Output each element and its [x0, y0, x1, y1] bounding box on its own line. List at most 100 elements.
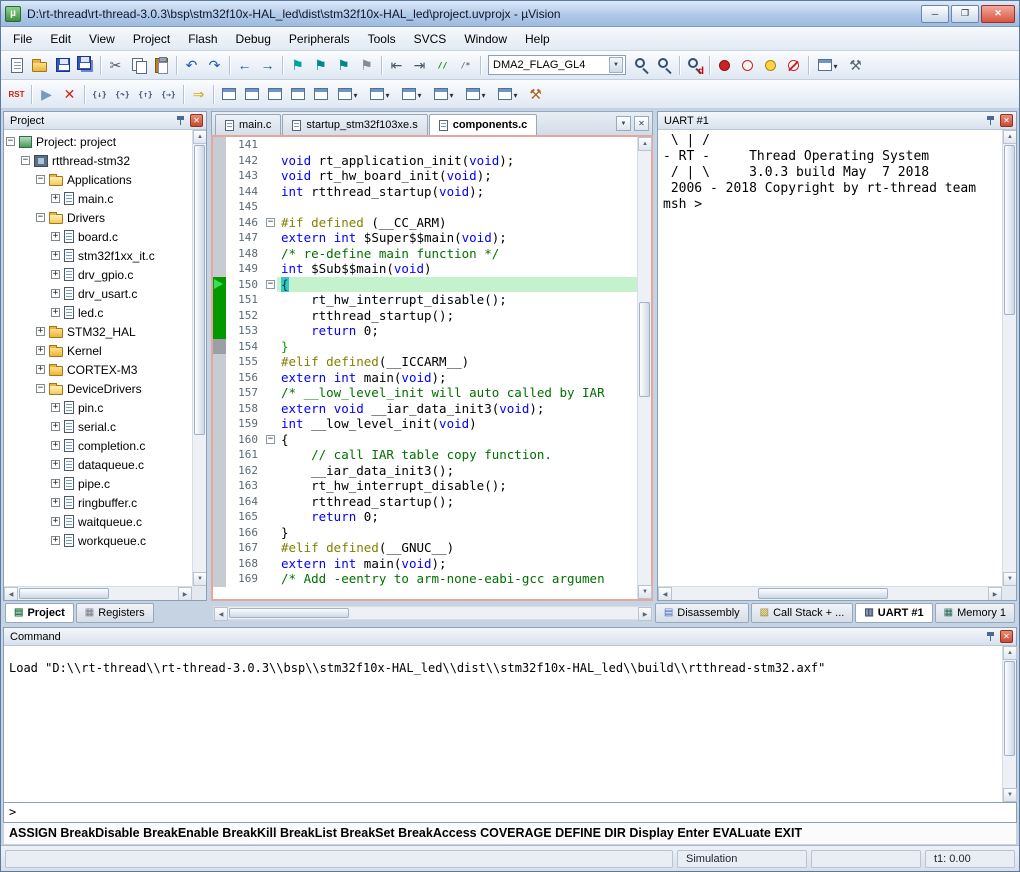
find-in-files-button[interactable] — [630, 54, 653, 77]
tree-item-board-c[interactable]: +board.c — [4, 227, 192, 246]
expander-icon[interactable]: − — [36, 175, 45, 184]
expander-icon[interactable]: + — [51, 270, 60, 279]
menu-window[interactable]: Window — [455, 29, 516, 49]
menu-help[interactable]: Help — [516, 29, 559, 49]
pin-icon[interactable] — [985, 114, 997, 127]
dropdown-arrow-icon[interactable] — [609, 57, 623, 73]
scroll-down-icon[interactable] — [1003, 788, 1017, 802]
tree-item-applications[interactable]: −Applications — [4, 170, 192, 189]
uncomment-selection-button[interactable]: /* — [454, 54, 477, 77]
find-in-files-combo[interactable]: DMA2_FLAG_GL4 — [488, 55, 626, 75]
code-text[interactable]: void rt_application_init(void); — [277, 153, 637, 169]
disable-all-breakpoints-button[interactable] — [759, 54, 782, 77]
editor-tab-components-c[interactable]: components.c — [429, 114, 538, 135]
minimize-button[interactable] — [921, 5, 949, 23]
configure-target-button[interactable]: ⚒ — [844, 54, 867, 77]
expander-icon[interactable]: + — [36, 365, 45, 374]
scroll-up-icon[interactable] — [193, 130, 206, 144]
scrollbar-thumb[interactable] — [1004, 145, 1015, 315]
scroll-down-icon[interactable] — [638, 585, 652, 599]
scroll-up-icon[interactable] — [638, 137, 652, 151]
code-text[interactable]: void rt_hw_board_init(void); — [277, 168, 637, 184]
indent-left-button[interactable]: ⇤ — [385, 54, 408, 77]
tab-list-dropdown-icon[interactable] — [616, 116, 631, 131]
fold-toggle-icon[interactable]: − — [266, 435, 275, 444]
command-input[interactable]: > — [3, 803, 1017, 823]
code-text[interactable]: { — [277, 432, 637, 448]
code-text[interactable]: } — [277, 339, 637, 355]
menu-edit[interactable]: Edit — [41, 29, 80, 49]
code-text[interactable]: rt_hw_interrupt_disable(); — [277, 292, 637, 308]
maximize-button[interactable] — [951, 5, 979, 23]
bookmark-previous-button[interactable]: ⚑ — [309, 54, 332, 77]
trace-window-button[interactable] — [460, 83, 492, 106]
scroll-up-icon[interactable] — [1003, 130, 1016, 144]
redo-button[interactable]: ↷ — [203, 54, 226, 77]
show-current-statement-button[interactable]: ⇒ — [187, 83, 210, 106]
project-horizontal-scrollbar[interactable] — [4, 586, 192, 600]
tree-item-drv-gpio-c[interactable]: +drv_gpio.c — [4, 265, 192, 284]
toolbox-button[interactable]: ⚒ — [524, 83, 547, 106]
expander-icon[interactable]: + — [51, 536, 60, 545]
tree-item-ringbuffer-c[interactable]: +ringbuffer.c — [4, 493, 192, 512]
panel-close-icon[interactable] — [1000, 630, 1013, 643]
editor-tab-main-c[interactable]: main.c — [215, 114, 281, 135]
scroll-right-icon[interactable] — [638, 607, 652, 621]
tab-close-icon[interactable] — [634, 116, 649, 131]
tree-item-main-c[interactable]: +main.c — [4, 189, 192, 208]
paste-button[interactable] — [150, 54, 173, 77]
code-text[interactable]: /* Add -eentry to arm-none-eabi-gcc argu… — [277, 571, 637, 587]
uart-horizontal-scrollbar[interactable] — [658, 586, 1002, 600]
start-stop-debug-session-button[interactable]: d — [683, 54, 706, 77]
disassembly-window-button[interactable] — [240, 83, 263, 106]
scroll-up-icon[interactable] — [1003, 646, 1017, 660]
code-text[interactable]: extern int $Super$$main(void); — [277, 230, 637, 246]
expander-icon[interactable]: + — [51, 498, 60, 507]
memory-window-button[interactable] — [364, 83, 396, 106]
enable-disable-breakpoint-button[interactable] — [736, 54, 759, 77]
scroll-right-icon[interactable] — [178, 587, 192, 600]
editor-horizontal-scrollbar[interactable] — [213, 606, 653, 620]
code-text[interactable]: rt_hw_interrupt_disable(); — [277, 478, 637, 494]
step-over-button[interactable]: {↷} — [111, 83, 134, 106]
code-text[interactable]: extern int main(void); — [277, 370, 637, 386]
tree-item-stm32-hal[interactable]: +STM32_HAL — [4, 322, 192, 341]
code-text[interactable]: /* __low_level_init will auto called by … — [277, 385, 637, 401]
code-text[interactable]: int $Sub$$main(void) — [277, 261, 637, 277]
cut-button[interactable]: ✂ — [104, 54, 127, 77]
scroll-left-icon[interactable] — [4, 587, 18, 600]
symbol-window-button[interactable] — [263, 83, 286, 106]
expander-icon[interactable]: − — [21, 156, 30, 165]
expander-icon[interactable]: + — [36, 327, 45, 336]
tree-item-rtthread-stm32[interactable]: −rtthread-stm32 — [4, 151, 192, 170]
scrollbar-thumb[interactable] — [229, 608, 349, 618]
tree-item-pipe-c[interactable]: +pipe.c — [4, 474, 192, 493]
scrollbar-thumb[interactable] — [758, 588, 888, 599]
step-into-button[interactable]: {↓} — [88, 83, 111, 106]
expander-icon[interactable]: + — [51, 289, 60, 298]
scroll-down-icon[interactable] — [193, 572, 206, 586]
menu-file[interactable]: File — [4, 29, 41, 49]
panel-close-icon[interactable] — [190, 114, 203, 127]
window-layout-button[interactable] — [812, 54, 844, 77]
tree-item-drv-usart-c[interactable]: +drv_usart.c — [4, 284, 192, 303]
scroll-right-icon[interactable] — [988, 587, 1002, 600]
registers-window-button[interactable] — [286, 83, 309, 106]
save-all-button[interactable] — [74, 54, 97, 77]
kill-all-breakpoints-button[interactable] — [782, 54, 805, 77]
panel-close-icon[interactable] — [1000, 114, 1013, 127]
menu-tools[interactable]: Tools — [359, 29, 405, 49]
expander-icon[interactable]: + — [51, 308, 60, 317]
code-text[interactable]: #elif defined(__ICCARM__) — [277, 354, 637, 370]
insert-remove-breakpoint-button[interactable] — [713, 54, 736, 77]
tree-item-completion-c[interactable]: +completion.c — [4, 436, 192, 455]
copy-button[interactable] — [127, 54, 150, 77]
code-editor[interactable]: 141142void rt_application_init(void);143… — [213, 137, 651, 599]
open-file-button[interactable] — [28, 54, 51, 77]
command-window-button[interactable] — [217, 83, 240, 106]
find-button[interactable] — [653, 54, 676, 77]
tree-item-workqueue-c[interactable]: +workqueue.c — [4, 531, 192, 550]
expander-icon[interactable]: + — [51, 194, 60, 203]
navigate-back-button[interactable]: ← — [233, 54, 256, 77]
comment-selection-button[interactable]: // — [431, 54, 454, 77]
